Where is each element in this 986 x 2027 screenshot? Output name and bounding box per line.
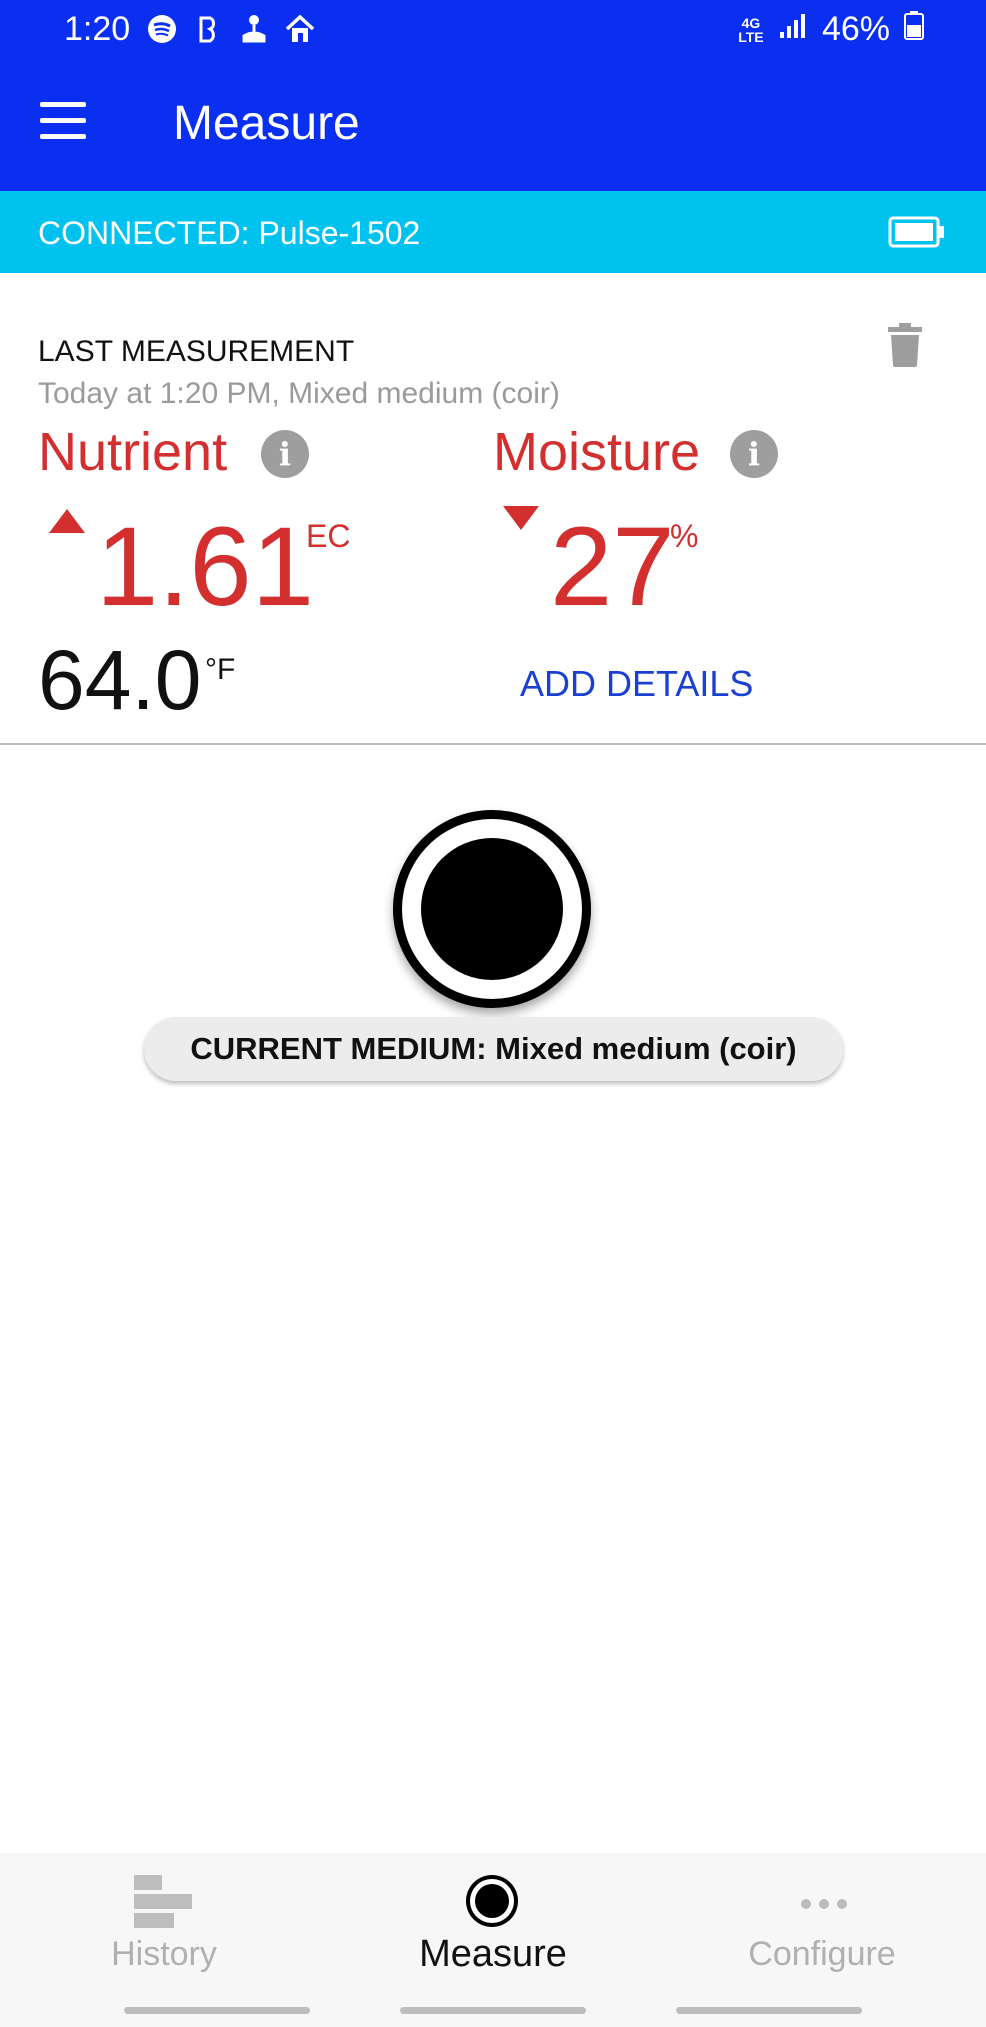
battery-percent: 46% bbox=[821, 10, 890, 48]
moisture-trend-down-icon bbox=[503, 506, 539, 530]
status-right-icons: 4G LTE 46% bbox=[738, 10, 924, 49]
bottom-nav: History Measure Configure bbox=[0, 1853, 986, 2027]
pin-icon bbox=[237, 12, 271, 46]
last-measurement-card: LAST MEASUREMENT Today at 1:20 PM, Mixed… bbox=[0, 273, 986, 745]
nav-indicator-configure bbox=[676, 2007, 862, 2014]
network-type-icon: 4G LTE bbox=[738, 14, 764, 45]
temperature-value: 64.0 bbox=[38, 633, 202, 727]
measure-button[interactable] bbox=[393, 810, 591, 1008]
nav-label-measure: Measure bbox=[419, 1933, 567, 1975]
nav-item-history[interactable]: History bbox=[0, 1853, 328, 2003]
nutrient-info-icon[interactable]: i bbox=[261, 430, 309, 478]
moisture-info-icon[interactable]: i bbox=[730, 430, 778, 478]
last-measurement-heading: LAST MEASUREMENT bbox=[38, 335, 355, 368]
moisture-unit: % bbox=[670, 518, 699, 554]
hamburger-menu-icon[interactable] bbox=[40, 102, 92, 150]
add-details-button[interactable]: ADD DETAILS bbox=[520, 663, 753, 705]
history-icon bbox=[134, 1875, 194, 1932]
battery-icon bbox=[888, 216, 946, 248]
status-battery-icon bbox=[904, 10, 924, 49]
temperature-unit: °F bbox=[205, 653, 236, 686]
moisture-value: 27 bbox=[550, 504, 675, 629]
status-bar: 1:20 4G LTE 46% bbox=[0, 0, 986, 62]
home-icon bbox=[283, 12, 317, 46]
bitmoji-icon bbox=[191, 12, 225, 46]
page-title: Measure bbox=[173, 97, 360, 150]
status-time: 1:20 bbox=[64, 10, 131, 48]
moisture-label: Moisture bbox=[493, 422, 701, 482]
measure-icon bbox=[464, 1873, 520, 1934]
connection-bar: CONNECTED: Pulse-1502 bbox=[0, 191, 986, 273]
nav-item-configure[interactable]: Configure bbox=[658, 1853, 986, 2003]
connection-status: CONNECTED: Pulse-1502 bbox=[38, 215, 421, 251]
nav-indicator-measure bbox=[400, 2007, 586, 2014]
nutrient-value: 1.61 bbox=[96, 504, 314, 629]
app-root: 1:20 4G LTE 46% Measure CONNECTED: Pulse… bbox=[0, 0, 986, 2027]
current-medium-pill[interactable]: CURRENT MEDIUM: Mixed medium (coir) bbox=[144, 1017, 843, 1081]
spotify-icon bbox=[145, 12, 179, 46]
app-header: 1:20 4G LTE 46% Measure bbox=[0, 0, 986, 191]
more-dots-icon bbox=[801, 1899, 847, 1909]
nutrient-unit: EC bbox=[306, 518, 351, 554]
toolbar: Measure bbox=[0, 62, 986, 191]
signal-icon bbox=[778, 10, 808, 49]
status-notification-icons bbox=[145, 12, 317, 46]
nav-label-history: History bbox=[111, 1935, 217, 1973]
measure-button-core bbox=[421, 838, 563, 980]
nav-indicator-history bbox=[124, 2007, 310, 2014]
nav-label-configure: Configure bbox=[748, 1935, 896, 1973]
nutrient-label: Nutrient bbox=[38, 422, 228, 482]
nutrient-trend-up-icon bbox=[49, 509, 85, 533]
nav-item-measure[interactable]: Measure bbox=[329, 1853, 657, 2003]
trash-icon[interactable] bbox=[888, 323, 922, 367]
last-measurement-subtitle: Today at 1:20 PM, Mixed medium (coir) bbox=[38, 377, 560, 410]
